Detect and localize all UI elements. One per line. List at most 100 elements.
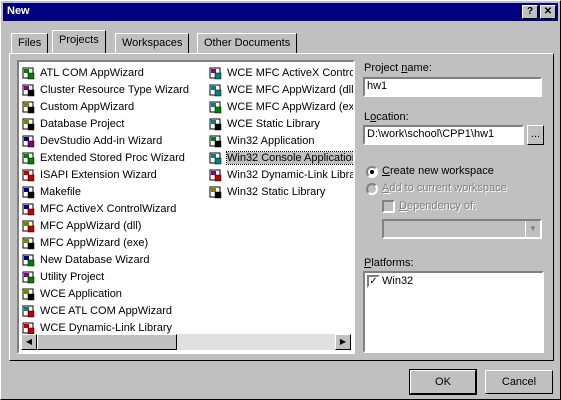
- wizard-icon: [22, 100, 36, 114]
- dependency-checkbox[interactable]: [382, 200, 395, 213]
- create-workspace-label: Create new workspace: [382, 165, 494, 177]
- dropdown-arrow-icon[interactable]: ▼: [525, 221, 540, 237]
- console-icon: [209, 151, 223, 165]
- utility-icon: [22, 270, 36, 284]
- project-list-column-1: ATL COM AppWizard Cluster Resource Type W…: [22, 65, 189, 337]
- project-type-item[interactable]: MFC AppWizard (exe): [22, 235, 189, 252]
- project-type-label: WCE MFC AppWizard (dll): [227, 84, 355, 96]
- wce-app-icon: [22, 287, 36, 301]
- project-type-label: Utility Project: [40, 271, 105, 283]
- platform-checkbox[interactable]: ✓: [367, 275, 380, 288]
- project-type-label: WCE Dynamic-Link Library: [40, 322, 173, 334]
- platforms-label: Platforms:: [364, 257, 414, 269]
- location-label: Location:: [364, 111, 409, 123]
- win32-lib-icon: [209, 185, 223, 199]
- platform-label: Win32: [382, 275, 414, 287]
- platforms-list[interactable]: ✓ Win32: [363, 271, 544, 353]
- project-type-label: WCE MFC ActiveX Control: [227, 67, 355, 79]
- project-type-item[interactable]: Win32 Dynamic-Link Library: [209, 167, 355, 184]
- project-type-label: Custom AppWizard: [40, 101, 135, 113]
- wce-mfc-exe-icon: [209, 100, 223, 114]
- project-type-item[interactable]: Utility Project: [22, 269, 189, 286]
- project-type-item[interactable]: Database Project: [22, 116, 189, 133]
- project-type-label: MFC AppWizard (exe): [40, 237, 149, 249]
- project-name-label: Project name:: [364, 62, 432, 74]
- project-type-item[interactable]: ATL COM AppWizard: [22, 65, 189, 82]
- project-type-item[interactable]: New Database Wizard: [22, 252, 189, 269]
- project-type-label: New Database Wizard: [40, 254, 150, 266]
- database-icon: [22, 117, 36, 131]
- project-type-label: MFC ActiveX ControlWizard: [40, 203, 177, 215]
- location-input[interactable]: D:\work\school\CPP1\hw1: [363, 125, 524, 145]
- title-bar: New ? ✕: [3, 3, 558, 21]
- project-type-item[interactable]: Win32 Console Application: [209, 150, 353, 167]
- platform-item[interactable]: ✓ Win32: [367, 275, 540, 289]
- makefile-icon: [22, 185, 36, 199]
- close-button[interactable]: ✕: [540, 5, 556, 19]
- scroll-left-icon[interactable]: ◀: [21, 334, 37, 350]
- isapi-icon: [22, 168, 36, 182]
- project-type-label: DevStudio Add-in Wizard: [40, 135, 163, 147]
- tab-files[interactable]: Files: [11, 33, 49, 53]
- scroll-right-icon[interactable]: ▶: [335, 334, 351, 350]
- wce-activex-icon: [209, 66, 223, 80]
- project-type-label: Database Project: [40, 118, 125, 130]
- atl-icon: [22, 66, 36, 80]
- addin-icon: [22, 134, 36, 148]
- project-type-label: WCE Application: [40, 288, 122, 300]
- horizontal-scrollbar[interactable]: ◀ ▶: [21, 334, 351, 350]
- project-type-label: WCE Static Library: [227, 118, 320, 130]
- dependency-dropdown[interactable]: ▼: [382, 219, 542, 239]
- project-type-item[interactable]: ISAPI Extension Wizard: [22, 167, 189, 184]
- project-type-label: Makefile: [40, 186, 81, 198]
- project-type-item[interactable]: Win32 Static Library: [209, 184, 353, 201]
- tab-projects[interactable]: Projects: [52, 30, 106, 53]
- newdb-icon: [22, 253, 36, 267]
- mfc-exe-icon: [22, 236, 36, 250]
- project-type-label: Win32 Static Library: [227, 186, 326, 198]
- wce-dll-icon: [22, 321, 36, 335]
- project-type-item[interactable]: WCE Static Library: [209, 116, 353, 133]
- project-type-item[interactable]: MFC AppWizard (dll): [22, 218, 189, 235]
- cancel-button[interactable]: Cancel: [485, 370, 553, 394]
- add-workspace-radio[interactable]: [366, 183, 378, 195]
- project-type-list[interactable]: ATL COM AppWizard Cluster Resource Type W…: [17, 60, 355, 354]
- project-type-item[interactable]: MFC ActiveX ControlWizard: [22, 201, 189, 218]
- tab-workspaces[interactable]: Workspaces: [115, 33, 190, 53]
- project-type-item[interactable]: WCE MFC AppWizard (exe): [209, 99, 353, 116]
- ok-button[interactable]: OK: [409, 369, 477, 395]
- project-type-item[interactable]: Makefile: [22, 184, 189, 201]
- create-workspace-radio[interactable]: [366, 166, 378, 178]
- project-type-item[interactable]: WCE Application: [22, 286, 189, 303]
- project-type-label: Cluster Resource Type Wizard: [40, 84, 189, 96]
- project-list-column-2: WCE MFC ActiveX Control WCE MFC AppWizard…: [209, 65, 355, 201]
- project-type-item[interactable]: WCE ATL COM AppWizard: [22, 303, 189, 320]
- project-type-item[interactable]: Cluster Resource Type Wizard: [22, 82, 189, 99]
- mfc-dll-icon: [22, 219, 36, 233]
- project-type-label: WCE ATL COM AppWizard: [40, 305, 173, 317]
- project-name-input[interactable]: hw1: [363, 77, 542, 97]
- dependency-label: Dependency of:: [399, 200, 477, 212]
- project-type-item[interactable]: Win32 Application: [209, 133, 353, 150]
- project-type-item[interactable]: Extended Stored Proc Wizard: [22, 150, 189, 167]
- project-type-label: Extended Stored Proc Wizard: [40, 152, 185, 164]
- cluster-icon: [22, 83, 36, 97]
- help-button[interactable]: ?: [522, 5, 538, 19]
- win32-dll-icon: [209, 168, 223, 182]
- project-type-label: MFC AppWizard (dll): [40, 220, 142, 232]
- tab-other-documents[interactable]: Other Documents: [197, 33, 298, 53]
- project-type-label: Win32 Dynamic-Link Library: [227, 169, 355, 181]
- add-workspace-label: Add to current workspace: [382, 182, 507, 194]
- project-type-label: ISAPI Extension Wizard: [40, 169, 157, 181]
- browse-button[interactable]: ...: [527, 125, 544, 145]
- project-type-item[interactable]: WCE MFC ActiveX Control: [209, 65, 355, 82]
- project-type-item[interactable]: Custom AppWizard: [22, 99, 189, 116]
- project-type-item[interactable]: WCE MFC AppWizard (dll): [209, 82, 355, 99]
- activex-icon: [22, 202, 36, 216]
- project-type-item[interactable]: DevStudio Add-in Wizard: [22, 133, 189, 150]
- project-type-label: ATL COM AppWizard: [40, 67, 144, 79]
- scroll-thumb[interactable]: [37, 334, 177, 350]
- win32-app-icon: [209, 134, 223, 148]
- wce-mfc-dll-icon: [209, 83, 223, 97]
- storedproc-icon: [22, 151, 36, 165]
